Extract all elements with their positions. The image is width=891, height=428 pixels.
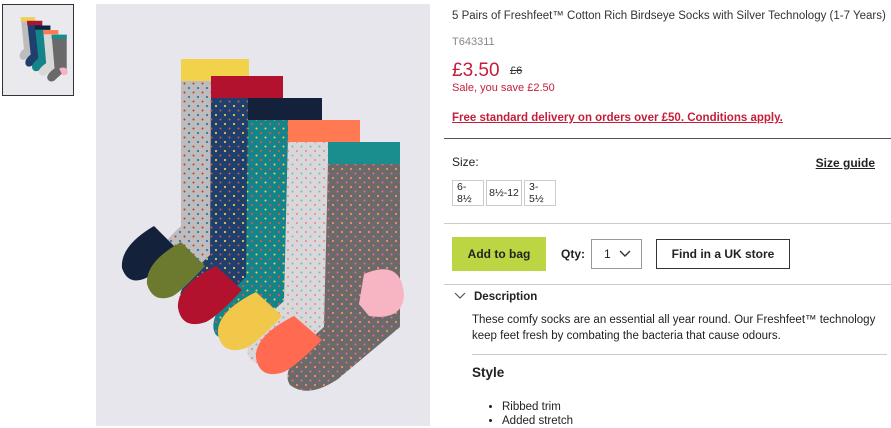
product-details-panel: 5 Pairs of Freshfeet™ Cotton Rich Birdse… bbox=[444, 0, 891, 428]
product-title: 5 Pairs of Freshfeet™ Cotton Rich Birdse… bbox=[452, 10, 886, 22]
list-item: Ribbed trim bbox=[502, 400, 573, 414]
chevron-down-icon bbox=[619, 248, 631, 262]
description-toggle[interactable]: Description bbox=[452, 291, 537, 303]
size-option[interactable]: 8½-12 bbox=[486, 180, 522, 206]
price-row: £3.50 £6 bbox=[452, 60, 522, 82]
size-option[interactable]: 3-5½ bbox=[524, 180, 556, 206]
divider bbox=[472, 354, 887, 355]
sale-price: £3.50 bbox=[452, 60, 500, 81]
saving-text: Sale, you save £2.50 bbox=[452, 82, 555, 94]
quantity-value: 1 bbox=[604, 247, 611, 261]
delivery-conditions-link[interactable]: Free standard delivery on orders over £5… bbox=[452, 112, 783, 124]
quantity-label: Qty: bbox=[561, 247, 585, 261]
quantity-select[interactable]: 1 bbox=[591, 239, 642, 269]
product-thumbnail[interactable] bbox=[2, 4, 74, 96]
divider bbox=[444, 223, 891, 224]
style-heading: Style bbox=[472, 365, 505, 380]
original-price: £6 bbox=[510, 65, 523, 77]
chevron-down-icon bbox=[454, 291, 466, 303]
product-code: T643311 bbox=[452, 36, 495, 48]
size-option[interactable]: 6-8½ bbox=[452, 180, 484, 206]
description-heading: Description bbox=[474, 291, 538, 303]
description-text: These comfy socks are an essential all y… bbox=[472, 314, 876, 342]
add-to-bag-button[interactable]: Add to bag bbox=[452, 237, 546, 271]
divider bbox=[444, 138, 891, 139]
divider bbox=[444, 284, 891, 285]
style-list: Ribbed trim Added stretch bbox=[472, 400, 573, 428]
product-main-image[interactable] bbox=[96, 4, 430, 426]
size-guide-link[interactable]: Size guide bbox=[816, 156, 875, 170]
size-label: Size: bbox=[452, 155, 479, 169]
find-in-store-button[interactable]: Find in a UK store bbox=[656, 239, 790, 269]
size-options: 6-8½ 8½-12 3-5½ bbox=[452, 180, 558, 206]
